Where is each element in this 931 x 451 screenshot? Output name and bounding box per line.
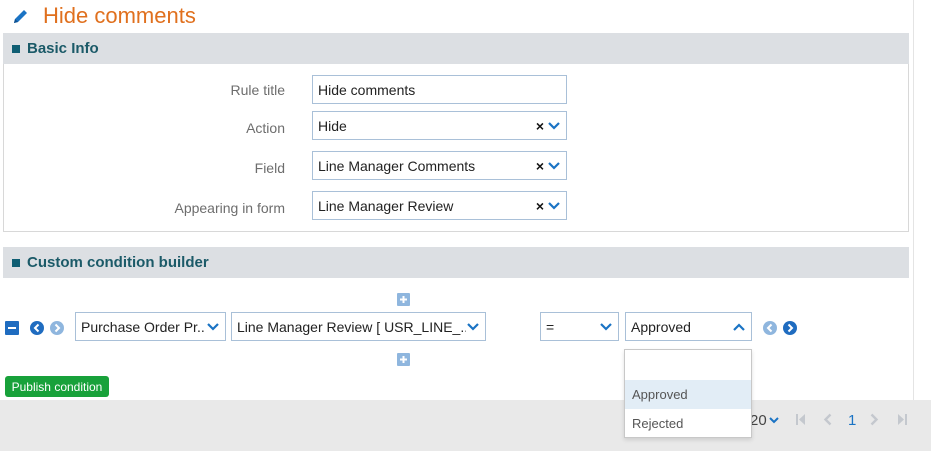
chevron-down-icon[interactable] [206,322,220,332]
form-value: Line Manager Review [318,197,454,214]
field-select[interactable]: Line Manager Comments × [312,151,567,180]
condition-value-select[interactable]: Approved [625,312,752,341]
condition-builder-heading: Custom condition builder [27,254,209,271]
page-size-select[interactable]: 20 [750,410,779,430]
form-select[interactable]: Line Manager Review × [312,191,567,220]
chevron-down-icon[interactable] [547,121,561,131]
chevron-up-icon[interactable] [732,322,746,332]
page-size-value: 20 [750,411,767,429]
move-right-icon[interactable] [50,321,64,340]
form-label: Appearing in form [174,200,285,216]
main-page: Hide comments Basic Info Rule title Hide… [0,0,913,400]
condition-operator-value: = [546,318,555,335]
action-select[interactable]: Hide × [312,111,567,140]
action-label: Action [246,120,285,136]
add-condition-above-icon[interactable] [397,293,410,311]
condition-field-value: Line Manager Review [ USR_LINE_... [237,318,466,335]
condition-operator-select[interactable]: = [540,312,619,341]
next-value-icon[interactable] [783,321,797,340]
condition-source-select[interactable]: Purchase Order Pr... [75,312,226,341]
publish-condition-button[interactable]: Publish condition [5,376,109,397]
condition-field-select[interactable]: Line Manager Review [ USR_LINE_... [231,312,486,341]
page-title: Hide comments [43,3,196,28]
chevron-down-icon[interactable] [599,322,613,332]
last-page-icon[interactable] [896,413,908,431]
rule-title-label: Rule title [230,82,285,98]
chevron-down-icon[interactable] [547,161,561,171]
move-left-icon[interactable] [30,321,44,340]
collapse-minus-icon[interactable] [5,321,19,340]
dropdown-option-approved[interactable]: Approved [625,380,751,409]
add-condition-below-icon[interactable] [397,353,410,371]
action-value: Hide [318,117,347,134]
scrollbar[interactable] [913,0,931,400]
dropdown-blank-option[interactable] [625,350,751,380]
chevron-down-icon[interactable] [768,416,779,424]
current-page-number[interactable]: 1 [848,410,856,430]
first-page-icon[interactable] [795,413,807,431]
basic-info-header[interactable]: Basic Info [3,33,909,64]
pencil-icon [12,7,30,25]
section-square-icon [12,44,20,53]
field-value: Line Manager Comments [318,157,476,174]
chevron-down-icon[interactable] [466,322,480,332]
page-header: Hide comments [12,3,196,29]
clear-icon[interactable]: × [536,118,544,134]
clear-icon[interactable]: × [536,198,544,214]
prev-value-icon[interactable] [763,321,777,340]
condition-source-value: Purchase Order Pr... [81,318,206,335]
section-square-icon [12,258,20,267]
basic-info-heading: Basic Info [27,40,99,57]
clear-icon[interactable]: × [536,158,544,174]
condition-builder-header[interactable]: Custom condition builder [3,247,909,278]
chevron-down-icon[interactable] [547,201,561,211]
condition-value: Approved [631,318,691,335]
next-page-icon[interactable] [868,413,880,431]
field-label: Field [254,160,285,176]
dropdown-option-rejected[interactable]: Rejected [625,409,751,438]
prev-page-icon[interactable] [822,413,834,431]
rule-title-value: Hide comments [318,81,416,98]
rule-title-input[interactable]: Hide comments [312,75,567,104]
value-dropdown-menu: Approved Rejected [624,349,752,438]
